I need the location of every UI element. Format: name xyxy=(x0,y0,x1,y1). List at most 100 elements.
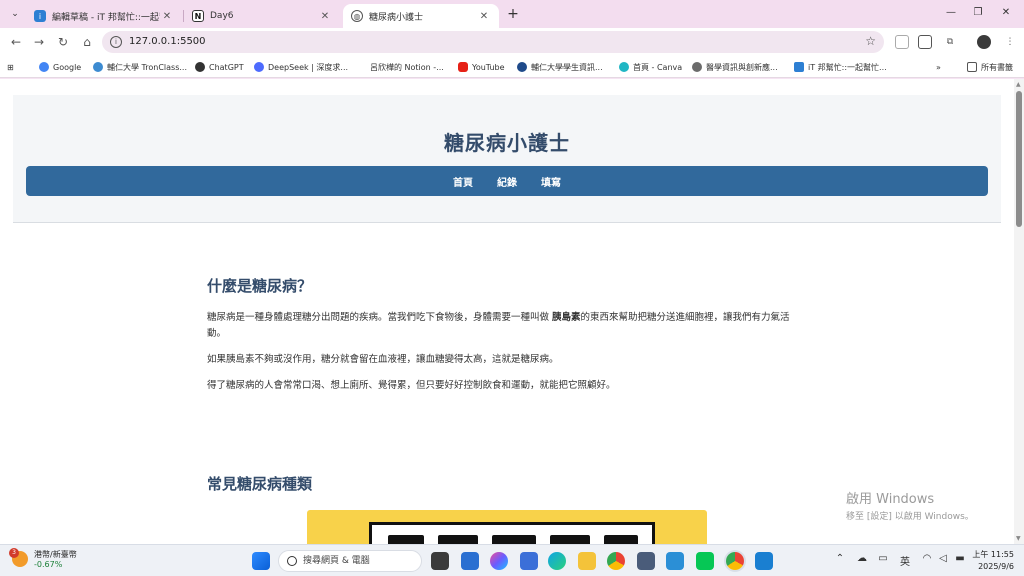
clock-date: 2025/9/6 xyxy=(978,562,1014,571)
bookmark-fju-student[interactable]: 輔仁大學學生資訊... xyxy=(517,60,603,74)
extensions-puzzle-icon[interactable]: ⧉ xyxy=(943,35,957,49)
address-url[interactable]: 127.0.0.1:5500 xyxy=(129,31,206,53)
chrome-icon[interactable] xyxy=(607,552,625,570)
forward-arrow-icon[interactable]: → xyxy=(31,34,47,50)
bookmark-star-icon[interactable]: ☆ xyxy=(865,34,876,48)
paragraph-1: 糖尿病是一種身體處理糖分出問題的疾病。當我們吃下食物後，身體需要一種叫做 胰島素… xyxy=(207,310,807,342)
nav-records-link[interactable]: 紀錄 xyxy=(497,174,517,189)
page-scrollbar[interactable]: ▲ ▼ xyxy=(1014,79,1024,544)
paragraph-2: 如果胰島素不夠或沒作用，糖分就會留在血液裡，讓血糖變得太高，這就是糖尿病。 xyxy=(207,354,559,365)
bookmark-deepseek[interactable]: DeepSeek | 深度求... xyxy=(254,60,348,74)
taskbar-search[interactable]: 搜尋網頁 & 電腦 xyxy=(278,550,422,572)
bookmarks-bar: ⊞ Google 輔仁大學 TronClass... ChatGPT DeepS… xyxy=(0,56,1024,78)
close-icon[interactable]: ✕ xyxy=(160,11,174,22)
close-icon[interactable]: ✕ xyxy=(318,11,332,22)
copilot-icon[interactable] xyxy=(490,552,508,570)
windows-activation-watermark: 啟用 Windows 移至 [設定] 以啟用 Windows。 xyxy=(846,488,974,522)
scroll-up-icon[interactable]: ▲ xyxy=(1016,81,1021,88)
tab-ithome-draft[interactable]: i 編輯草稿 - iT 邦幫忙::一起幫忙解決難題 ✕ xyxy=(26,4,182,28)
bookmark-youtube[interactable]: YouTube xyxy=(458,60,505,74)
browser-toolbar: ← → ↻ ⌂ i 127.0.0.1:5500 ☆ ⧉ ⋮ xyxy=(0,28,1024,56)
canva-icon xyxy=(619,62,629,72)
folder-icon xyxy=(967,62,977,72)
chrome-profile-icon[interactable] xyxy=(726,552,744,570)
bookmark-chatgpt[interactable]: ChatGPT xyxy=(195,60,244,74)
nav-fill-link[interactable]: 填寫 xyxy=(541,174,561,189)
google-icon xyxy=(39,62,49,72)
bookmark-label: 輔仁大學 TronClass... xyxy=(107,62,188,72)
notion-favicon-icon: N xyxy=(192,10,204,22)
reload-icon[interactable]: ↻ xyxy=(55,34,71,50)
scroll-down-icon[interactable]: ▼ xyxy=(1016,535,1021,542)
task-view-icon[interactable] xyxy=(431,552,449,570)
address-bar[interactable]: i 127.0.0.1:5500 ☆ xyxy=(102,31,884,53)
scrollbar-thumb[interactable] xyxy=(1016,91,1022,227)
language-bar-icon[interactable]: ▭ xyxy=(875,553,891,564)
menu-kebab-icon[interactable]: ⋮ xyxy=(1003,35,1017,49)
new-tab-plus-icon[interactable]: + xyxy=(505,6,521,22)
app-icon[interactable] xyxy=(520,552,538,570)
vscode-icon[interactable] xyxy=(755,552,773,570)
tab-search-chevron-icon[interactable]: ⌄ xyxy=(6,5,24,23)
vs-icon[interactable] xyxy=(666,552,684,570)
bookmark-label: iT 邦幫忙::一起幫忙... xyxy=(808,62,887,72)
site-info-icon[interactable]: i xyxy=(110,36,122,48)
bookmark-label: DeepSeek | 深度求... xyxy=(268,62,349,72)
extension-b-icon[interactable] xyxy=(918,35,932,49)
widget-title: 港幣/新臺幣 xyxy=(34,550,77,559)
deepseek-icon xyxy=(254,62,264,72)
bookmark-notion[interactable]: 呂欣樺的 Notion -... xyxy=(370,60,444,74)
globe-favicon-icon: ◍ xyxy=(351,10,363,22)
all-bookmarks[interactable]: 所有書籤 xyxy=(967,60,1013,74)
widgets-weather[interactable]: 3 港幣/新臺幣 -0.67% xyxy=(9,548,77,569)
remote-desktop-icon[interactable] xyxy=(637,552,655,570)
battery-icon[interactable]: ▬ xyxy=(952,553,968,564)
tab-day6[interactable]: N Day6 ✕ xyxy=(184,4,340,28)
bookmark-tronclass[interactable]: 輔仁大學 TronClass... xyxy=(93,60,187,74)
tab-title: Day6 xyxy=(210,11,234,21)
bookmark-label: 首頁 - Canva xyxy=(633,62,683,72)
close-icon[interactable]: ✕ xyxy=(477,11,491,22)
bookmark-medical-info[interactable]: 醫學資訊與創新應... xyxy=(692,60,778,74)
system-clock[interactable]: 上午 11:55 2025/9/6 xyxy=(970,549,1014,573)
fju-icon xyxy=(517,62,527,72)
bookmark-canva[interactable]: 首頁 - Canva xyxy=(619,60,682,74)
bookmark-label: 所有書籤 xyxy=(981,62,1013,72)
home-icon[interactable]: ⌂ xyxy=(79,34,95,50)
bookmark-ithome[interactable]: iT 邦幫忙::一起幫忙... xyxy=(794,60,887,74)
show-hidden-icons-chevron-icon[interactable]: ⌃ xyxy=(832,553,848,564)
widget-change: -0.67% xyxy=(34,560,63,569)
close-window-icon[interactable]: ✕ xyxy=(996,4,1016,22)
diabetes-types-image xyxy=(307,510,707,544)
edge-icon[interactable] xyxy=(548,552,566,570)
line-icon[interactable] xyxy=(696,552,714,570)
tab-diabetes-nurse[interactable]: ◍ 糖尿病小護士 ✕ xyxy=(343,4,499,28)
file-explorer-icon[interactable] xyxy=(578,552,596,570)
poster-glyph xyxy=(438,535,478,544)
more-bookmarks-chevron-icon[interactable]: » xyxy=(936,60,941,74)
site-title: 糖尿病小護士 xyxy=(444,131,570,155)
tab-title: 糖尿病小護士 xyxy=(369,12,424,23)
tronclass-icon xyxy=(93,62,103,72)
wifi-icon[interactable]: ◠ xyxy=(919,553,935,564)
minimize-icon[interactable]: — xyxy=(941,4,961,22)
notepad-icon[interactable] xyxy=(461,552,479,570)
paragraph-3: 得了糖尿病的人會常常口渴、想上廁所、覺得累，但只要好好控制飲食和運動，就能把它照… xyxy=(207,380,616,391)
extension-a-icon[interactable] xyxy=(895,35,909,49)
profile-avatar[interactable] xyxy=(977,35,991,49)
section-title: 什麼是糖尿病？ xyxy=(207,277,313,295)
medical-info-icon xyxy=(692,62,702,72)
bookmark-label: 輔仁大學學生資訊... xyxy=(531,62,603,72)
bookmark-label: YouTube xyxy=(472,62,505,72)
ime-indicator[interactable]: 英 xyxy=(897,553,913,568)
start-windows-icon[interactable] xyxy=(252,552,270,570)
bookmark-google[interactable]: Google xyxy=(39,60,81,74)
tab-title: 編輯草稿 - iT 邦幫忙::一起幫忙解決難題 xyxy=(52,12,160,23)
restore-icon[interactable]: ❐ xyxy=(968,4,988,22)
back-arrow-icon[interactable]: ← xyxy=(8,34,24,50)
nav-home-link[interactable]: 首頁 xyxy=(453,174,473,189)
volume-icon[interactable]: ◁ xyxy=(935,553,951,564)
apps-grid-icon[interactable]: ⊞ xyxy=(7,60,14,74)
ithome-icon xyxy=(794,62,804,72)
onedrive-cloud-icon[interactable]: ☁ xyxy=(854,553,870,564)
